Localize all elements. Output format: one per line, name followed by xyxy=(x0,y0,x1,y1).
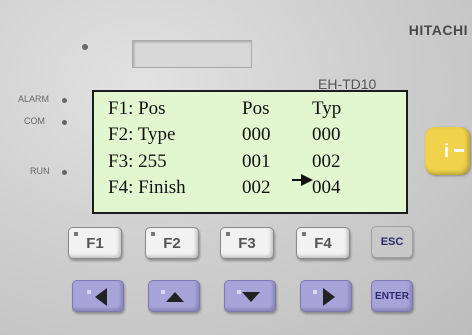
com-label: COM xyxy=(24,116,45,126)
right-arrow-icon xyxy=(313,288,335,306)
alarm-led xyxy=(62,98,67,103)
lcd-type: 000 xyxy=(312,124,341,145)
esc-key-label: ESC xyxy=(380,236,404,248)
f1-key-label: F1 xyxy=(86,235,104,252)
enter-key[interactable]: ENTER xyxy=(371,280,413,312)
lcd-label: F2: Type xyxy=(108,124,176,145)
brand-logo: HITACHI xyxy=(408,22,468,38)
info-dash xyxy=(454,149,464,152)
hmi-panel: HITACHI EH-TD10 ALARM COM RUN F1: Pos Po… xyxy=(0,0,472,335)
f2-key[interactable]: F2 xyxy=(145,227,199,259)
lcd-label: F1: Pos xyxy=(108,98,166,119)
lcd-pos: 001 xyxy=(242,151,271,172)
alarm-label: ALARM xyxy=(18,94,50,104)
lcd-type: 004 xyxy=(312,177,341,198)
lcd-pos: Pos xyxy=(242,98,270,119)
run-led xyxy=(62,170,67,175)
lcd-type: Typ xyxy=(312,98,342,119)
f4-key[interactable]: F4 xyxy=(296,227,350,259)
enter-key-label: ENTER xyxy=(375,291,409,302)
lcd-label: F3: 255 xyxy=(108,151,167,172)
left-key[interactable] xyxy=(72,280,124,312)
label-window xyxy=(132,40,252,68)
lcd-type: 002 xyxy=(312,151,341,172)
right-key[interactable] xyxy=(300,280,352,312)
lcd-pos: 002 xyxy=(242,177,271,198)
f4-key-label: F4 xyxy=(314,235,332,252)
esc-key[interactable]: ESC xyxy=(371,226,413,258)
run-label: RUN xyxy=(30,166,50,176)
lcd-display: F1: Pos Pos Typ F2: Type 000 000 F3: 255… xyxy=(92,90,408,214)
left-arrow-icon xyxy=(87,288,107,306)
down-arrow-icon xyxy=(237,290,260,302)
f2-key-label: F2 xyxy=(163,235,181,252)
info-icon: i xyxy=(444,141,450,161)
f3-key[interactable]: F3 xyxy=(220,227,274,259)
lcd-pos: 000 xyxy=(242,124,271,145)
status-led xyxy=(82,44,88,50)
up-key[interactable] xyxy=(148,280,200,312)
info-button[interactable]: i xyxy=(425,127,470,175)
f1-key[interactable]: F1 xyxy=(68,227,122,259)
com-led xyxy=(62,120,67,125)
cursor-arrow-icon xyxy=(292,174,313,186)
lcd-label: F4: Finish xyxy=(108,177,186,198)
down-key[interactable] xyxy=(224,280,276,312)
up-arrow-icon xyxy=(161,290,184,302)
f3-key-label: F3 xyxy=(238,235,256,252)
